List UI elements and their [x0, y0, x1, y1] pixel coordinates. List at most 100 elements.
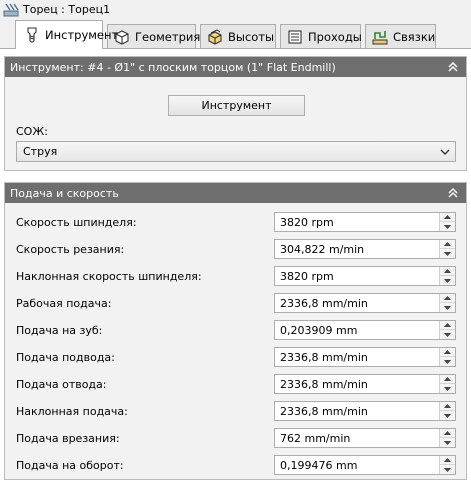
- cutting-speed-input[interactable]: 304,822 m/min: [274, 239, 456, 259]
- arrow-down-icon: [444, 278, 451, 283]
- arrow-up-icon: [444, 242, 451, 246]
- field-value: 2336,8 mm/min: [280, 351, 368, 364]
- spin-down-button[interactable]: [440, 276, 455, 285]
- lead-out-feedrate-row: Подача отвода: 2336,8 mm/min: [5, 374, 468, 396]
- tool-section-header[interactable]: Инструмент: #4 - Ø1" с плоским торцом (1…: [5, 57, 466, 77]
- field-label: Подача отвода:: [16, 378, 107, 391]
- field-label: Скорость шпинделя:: [16, 216, 137, 229]
- field-value: 0,199476 mm: [280, 459, 358, 472]
- spin-up-button[interactable]: [440, 456, 455, 465]
- spinner-buttons: [439, 456, 455, 474]
- spinner-buttons: [439, 348, 455, 366]
- title-bar: Торец : Торец1: [0, 0, 471, 19]
- feed-speed-section-header[interactable]: Подача и скорость: [5, 183, 466, 203]
- coolant-value: Струя: [23, 145, 58, 158]
- tab-tool[interactable]: Инструмент: [15, 20, 118, 49]
- spinner-buttons: [439, 402, 455, 420]
- lead-in-feedrate-row: Подача подвода: 2336,8 mm/min: [5, 347, 468, 369]
- tool-icon: [27, 27, 37, 43]
- tool-section: Инструмент: #4 - Ø1" с плоским торцом (1…: [4, 56, 467, 171]
- arrow-up-icon: [444, 296, 451, 300]
- spin-up-button[interactable]: [440, 402, 455, 411]
- tab-passes[interactable]: Проходы: [280, 24, 362, 48]
- spin-up-button[interactable]: [440, 267, 455, 276]
- collapse-icon[interactable]: [446, 60, 460, 74]
- feed-per-tooth-input[interactable]: 0,203909 mm: [274, 320, 456, 340]
- collapse-icon[interactable]: [446, 186, 460, 200]
- feed-speed-section: Подача и скорость Скорость шпинделя: 382…: [4, 182, 467, 480]
- spinner-buttons: [439, 375, 455, 393]
- arrow-up-icon: [444, 350, 451, 354]
- ramp-feedrate-input[interactable]: 2336,8 mm/min: [274, 401, 456, 421]
- tab-label: Геометрия: [135, 29, 201, 44]
- facing-operation-icon: [3, 3, 19, 16]
- field-value: 0,203909 mm: [280, 324, 358, 337]
- tab-heights[interactable]: Высоты: [200, 24, 276, 48]
- tool-section-title: Инструмент: #4 - Ø1" с плоским торцом (1…: [10, 60, 336, 74]
- spin-up-button[interactable]: [440, 240, 455, 249]
- spin-down-button[interactable]: [440, 438, 455, 447]
- spin-down-button[interactable]: [440, 303, 455, 312]
- tab-linking[interactable]: Связки: [365, 24, 436, 48]
- spin-up-button[interactable]: [440, 348, 455, 357]
- arrow-down-icon: [444, 467, 451, 472]
- plunge-feedrate-input[interactable]: 762 mm/min: [274, 428, 456, 448]
- heights-box-icon: [208, 28, 222, 45]
- spinner-buttons: [439, 213, 455, 231]
- tab-content-panel: Инструмент: #4 - Ø1" с плоским торцом (1…: [0, 49, 471, 493]
- spin-up-button[interactable]: [440, 375, 455, 384]
- coolant-label: СОЖ:: [16, 125, 48, 138]
- spindle-speed-row: Скорость шпинделя: 3820 rpm: [5, 212, 468, 234]
- lead-in-feedrate-input[interactable]: 2336,8 mm/min: [274, 347, 456, 367]
- cutting-feedrate-input[interactable]: 2336,8 mm/min: [274, 293, 456, 313]
- arrow-up-icon: [444, 458, 451, 462]
- ramp-spindle-speed-row: Наклонная скорость шпинделя: 3820 rpm: [5, 266, 468, 288]
- field-value: 3820 rpm: [280, 270, 334, 283]
- arrow-down-icon: [444, 332, 451, 337]
- spindle-speed-input[interactable]: 3820 rpm: [274, 212, 456, 232]
- field-label: Скорость резания:: [16, 243, 125, 256]
- tab-label: Связки: [393, 29, 436, 44]
- spin-up-button[interactable]: [440, 213, 455, 222]
- arrow-down-icon: [444, 386, 451, 391]
- spin-down-button[interactable]: [440, 222, 455, 231]
- spin-down-button[interactable]: [440, 249, 455, 258]
- field-value: 2336,8 mm/min: [280, 405, 368, 418]
- field-label: Подача на зуб:: [16, 324, 103, 337]
- window-title: Торец : Торец1: [23, 3, 111, 16]
- spin-down-button[interactable]: [440, 465, 455, 474]
- cutting-speed-row: Скорость резания: 304,822 m/min: [5, 239, 468, 261]
- arrow-up-icon: [444, 377, 451, 381]
- ramp-feedrate-row: Наклонная подача: 2336,8 mm/min: [5, 401, 468, 423]
- select-tool-button[interactable]: Инструмент: [168, 95, 305, 116]
- arrow-down-icon: [444, 251, 451, 256]
- plunge-feedrate-row: Подача врезания: 762 mm/min: [5, 428, 468, 450]
- spin-down-button[interactable]: [440, 357, 455, 366]
- spin-down-button[interactable]: [440, 411, 455, 420]
- field-value: 3820 rpm: [280, 216, 334, 229]
- arrow-up-icon: [444, 269, 451, 273]
- field-value: 304,822 m/min: [280, 243, 365, 256]
- ramp-spindle-speed-input[interactable]: 3820 rpm: [274, 266, 456, 286]
- feed-per-revolution-input[interactable]: 0,199476 mm: [274, 455, 456, 475]
- spinner-buttons: [439, 240, 455, 258]
- feed-per-revolution-row: Подача на оборот: 0,199476 mm: [5, 455, 468, 477]
- cutting-feedrate-row: Рабочая подача: 2336,8 mm/min: [5, 293, 468, 315]
- tab-strip: Инструмент Геометрия Высоты Проходы Связ…: [0, 20, 471, 49]
- passes-icon: [288, 29, 302, 44]
- feed-speed-section-title: Подача и скорость: [10, 186, 119, 200]
- lead-out-feedrate-input[interactable]: 2336,8 mm/min: [274, 374, 456, 394]
- spinner-buttons: [439, 321, 455, 339]
- field-label: Подача подвода:: [16, 351, 115, 364]
- spin-up-button[interactable]: [440, 294, 455, 303]
- coolant-dropdown[interactable]: Струя: [16, 141, 456, 162]
- tab-geometry[interactable]: Геометрия: [107, 24, 200, 48]
- spin-up-button[interactable]: [440, 321, 455, 330]
- spin-up-button[interactable]: [440, 429, 455, 438]
- field-value: 762 mm/min: [280, 432, 351, 445]
- spin-down-button[interactable]: [440, 330, 455, 339]
- spin-down-button[interactable]: [440, 384, 455, 393]
- field-label: Наклонная скорость шпинделя:: [16, 270, 202, 283]
- tab-label: Проходы: [308, 29, 362, 44]
- arrow-down-icon: [444, 413, 451, 418]
